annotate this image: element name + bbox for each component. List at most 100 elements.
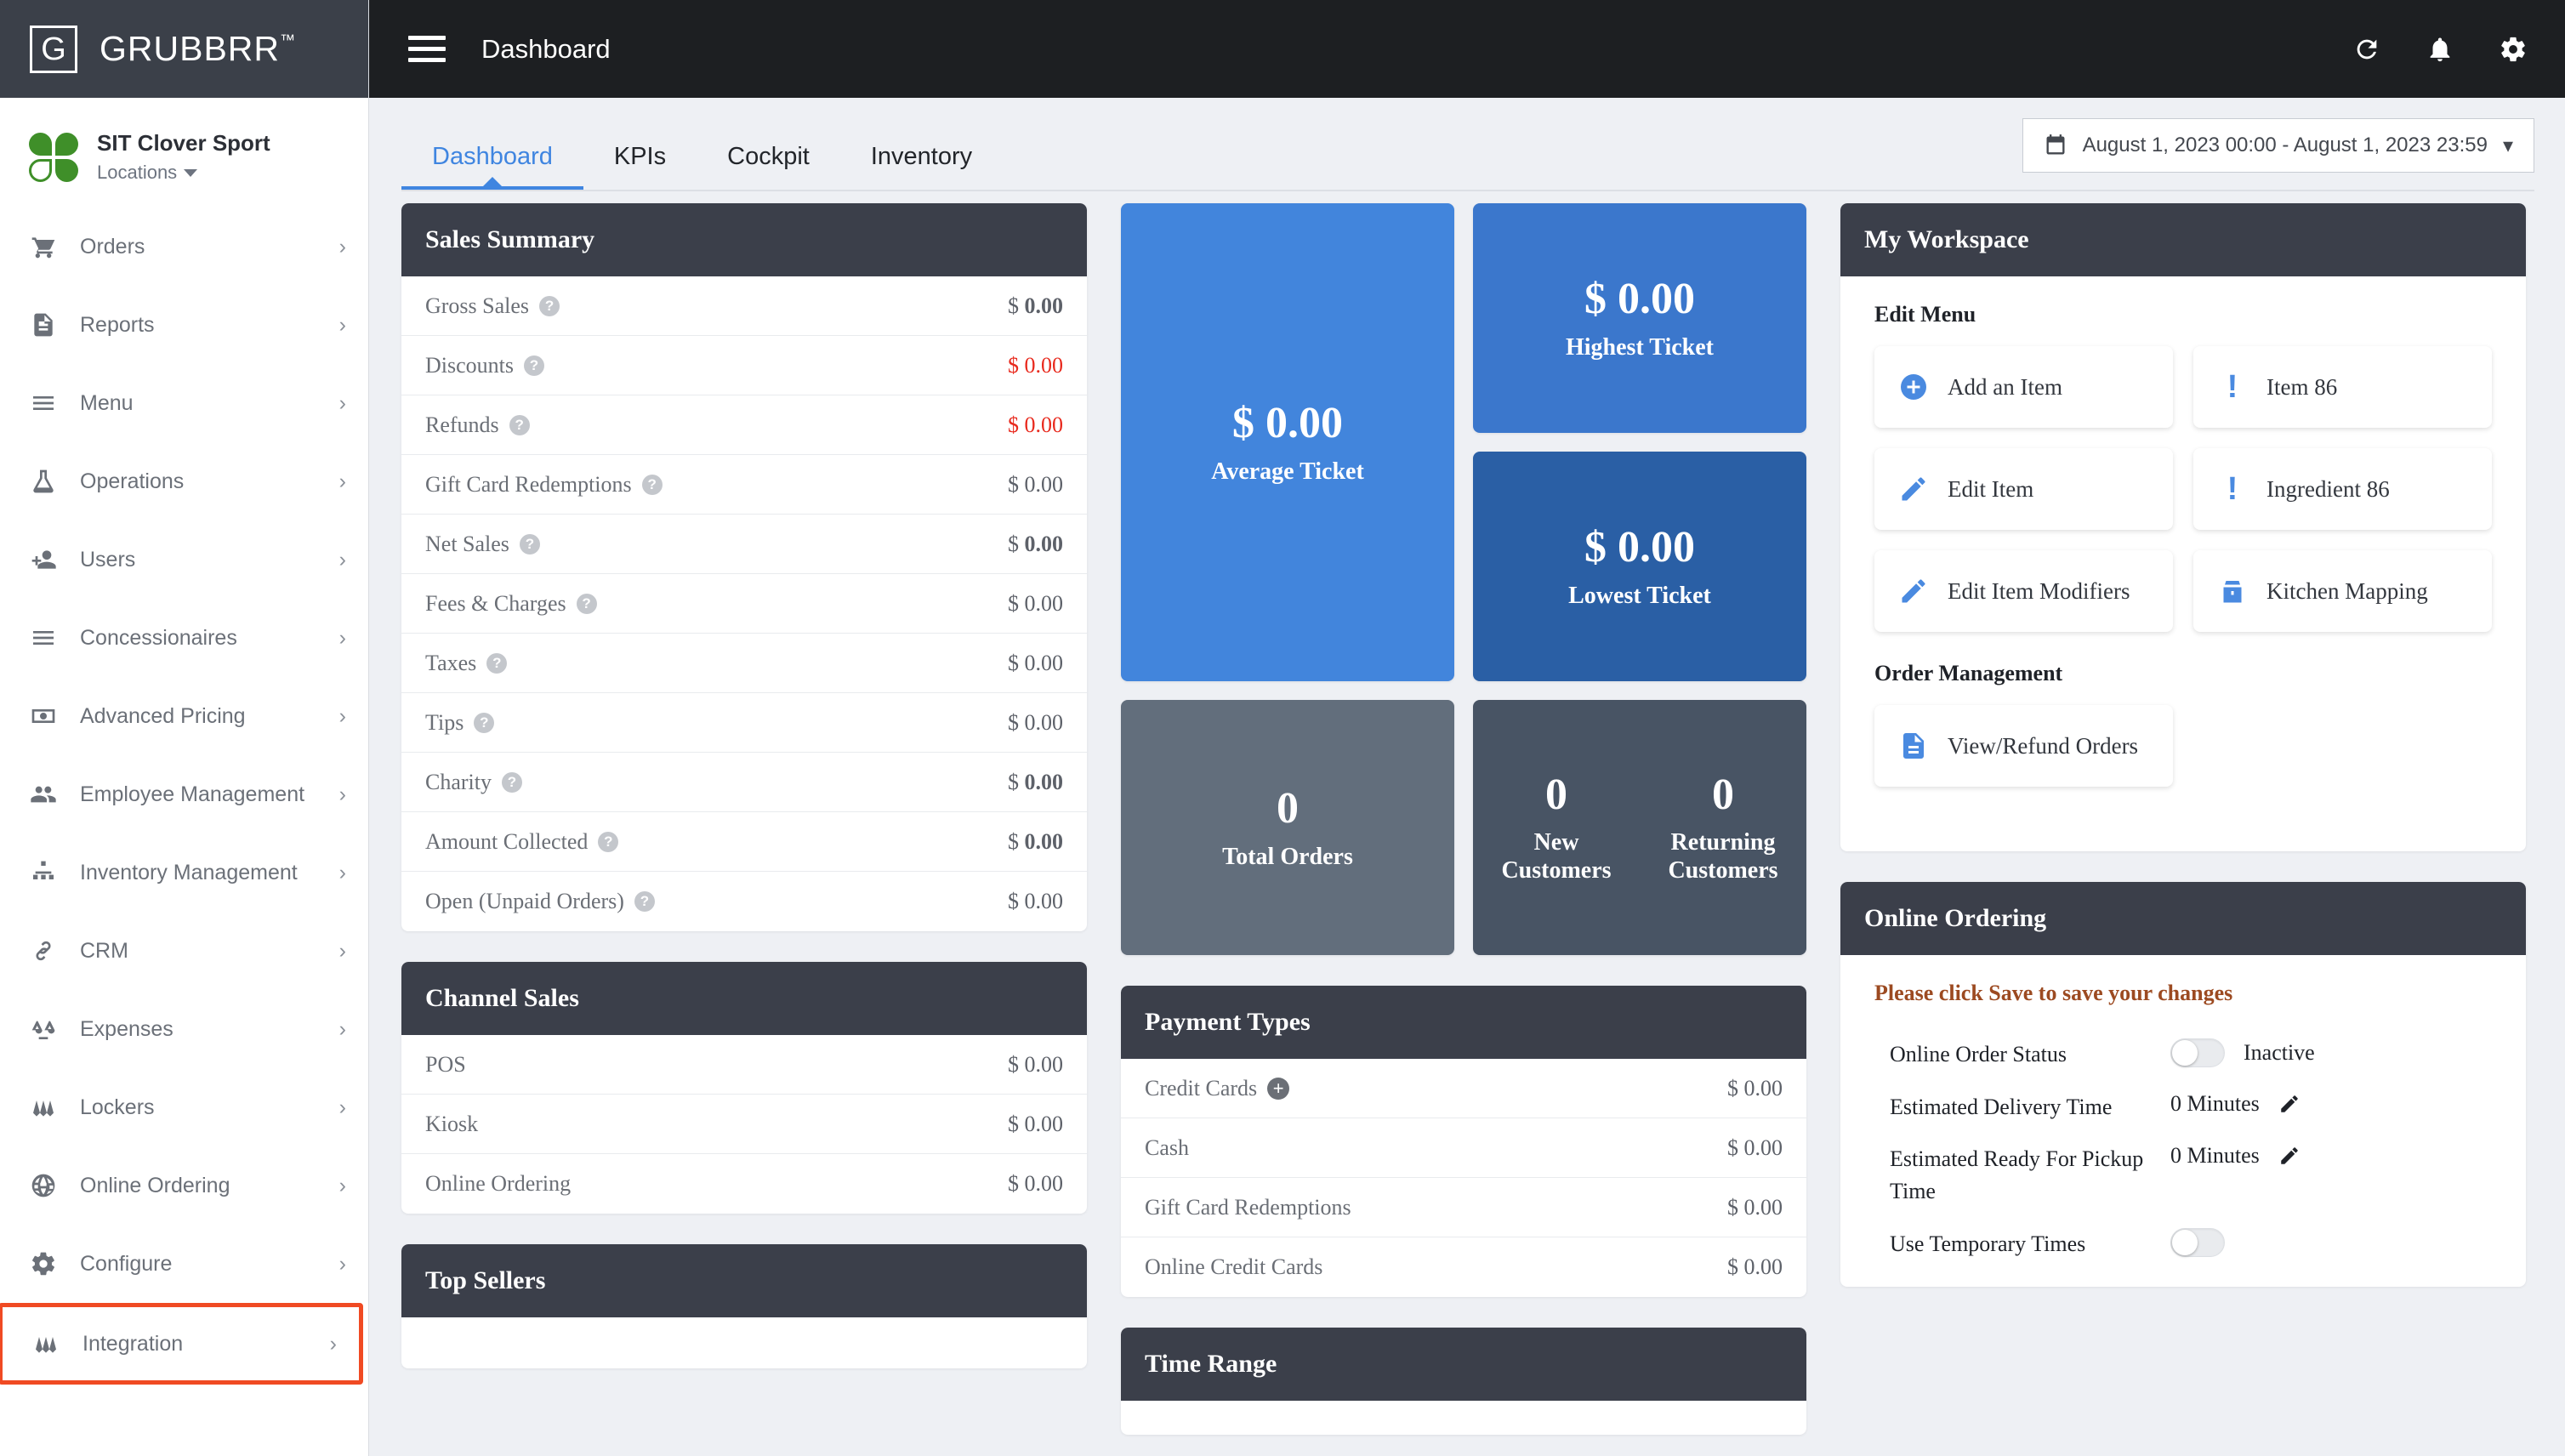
sidebar-item-crm[interactable]: CRM ›: [0, 912, 368, 990]
help-icon[interactable]: ?: [598, 831, 619, 852]
setting-row: Estimated Delivery Time 0 Minutes: [1874, 1081, 2492, 1134]
tab-inventory[interactable]: Inventory: [840, 143, 1003, 191]
table-row: Amount Collected? $ 0.00: [401, 812, 1087, 872]
refresh-icon[interactable]: [2352, 35, 2381, 64]
workspace-button-item-86[interactable]: ! Item 86: [2193, 346, 2492, 428]
scales-icon: [31, 1019, 55, 1039]
tab-kpis[interactable]: KPIs: [583, 143, 697, 191]
date-range-picker[interactable]: August 1, 2023 00:00 - August 1, 2023 23…: [2022, 118, 2534, 173]
sidebar-item-integration[interactable]: Integration ›: [0, 1303, 363, 1385]
sidebar-item-label: Configure: [80, 1251, 173, 1276]
table-row: Net Sales? $ 0.00: [401, 515, 1087, 574]
kpi-tiles: $ 0.00 Average Ticket $ 0.00 Highest Tic…: [1121, 203, 1806, 955]
locker-icon: [31, 1329, 60, 1358]
kpi-tile-customers[interactable]: 0 New Customers 0 Returning Customers: [1473, 700, 1806, 955]
locker-icon: [29, 1093, 58, 1122]
sitemap-icon: [33, 861, 54, 879]
table-row: Refunds? $ 0.00: [401, 395, 1087, 455]
kpi-tile-average-ticket[interactable]: $ 0.00 Average Ticket: [1121, 203, 1454, 681]
brand-name-text: GRUBBRR: [100, 29, 281, 68]
help-icon[interactable]: ?: [524, 355, 544, 376]
online-ordering-card: Online Ordering Please click Save to sav…: [1840, 882, 2526, 1288]
row-label-group: Amount Collected?: [425, 829, 619, 855]
sidebar-item-operations[interactable]: Operations ›: [0, 442, 368, 520]
row-label: Fees & Charges: [425, 590, 566, 616]
sidebar-item-expenses[interactable]: Expenses ›: [0, 990, 368, 1068]
chevron-right-icon: ›: [338, 1095, 346, 1119]
row-label: Net Sales: [425, 531, 509, 556]
row-label-group: Discounts?: [425, 353, 544, 378]
sales-summary-card: Sales Summary Gross Sales? $ 0.00 Discount…: [401, 203, 1087, 931]
setting-value: 0 Minutes: [2170, 1143, 2260, 1169]
sidebar-item-lockers[interactable]: Lockers ›: [0, 1068, 368, 1146]
help-icon[interactable]: ?: [519, 533, 540, 555]
kitchen-icon: [2223, 581, 2242, 603]
tab-dashboard[interactable]: Dashboard: [401, 143, 583, 191]
list-icon: [29, 389, 58, 418]
bell-icon[interactable]: [2426, 35, 2454, 64]
sidebar-item-label: Integration: [82, 1331, 184, 1356]
table-row: POS $ 0.00: [401, 1035, 1087, 1095]
toggle-switch[interactable]: [2170, 1038, 2225, 1067]
sidebar-item-inventory-management[interactable]: Inventory Management ›: [0, 833, 368, 912]
help-icon[interactable]: ?: [641, 474, 663, 495]
chevron-right-icon: ›: [338, 938, 346, 963]
pencil-icon: [1902, 477, 1925, 501]
table-row: Gift Card Redemptions? $ 0.00: [401, 455, 1087, 515]
row-label-group: Gift Card Redemptions?: [425, 472, 663, 498]
exclamation-icon: !: [2215, 371, 2249, 403]
sidebar-item-employee-management[interactable]: Employee Management ›: [0, 755, 368, 833]
row-value: $ 0.00: [1008, 293, 1063, 318]
pencil-icon[interactable]: [2278, 1145, 2301, 1167]
row-value: $ 0.00: [1008, 590, 1063, 616]
locations-dropdown[interactable]: Locations: [97, 162, 270, 184]
help-icon[interactable]: ?: [486, 652, 508, 674]
help-icon[interactable]: ?: [576, 593, 597, 614]
workspace-button-kitchen-mapping[interactable]: Kitchen Mapping: [2193, 550, 2492, 632]
tab-cockpit[interactable]: Cockpit: [697, 143, 840, 191]
kpi-tile-lowest-ticket[interactable]: $ 0.00 Lowest Ticket: [1473, 452, 1806, 681]
sidebar-item-label: CRM: [80, 938, 128, 963]
table-row: Cash $ 0.00: [1121, 1118, 1806, 1178]
sidebar-item-advanced-pricing[interactable]: Advanced Pricing ›: [0, 677, 368, 755]
gear-icon[interactable]: [2499, 35, 2528, 64]
help-icon[interactable]: ?: [539, 295, 560, 316]
column-left: Sales Summary Gross Sales? $ 0.00 Discount…: [401, 203, 1087, 1435]
table-row: Gross Sales? $ 0.00: [401, 276, 1087, 336]
workspace-button-edit-item[interactable]: Edit Item: [1874, 448, 2173, 530]
workspace-button-view-refund-orders[interactable]: View/Refund Orders: [1874, 705, 2173, 787]
kpi-tile-highest-ticket[interactable]: $ 0.00 Highest Ticket: [1473, 203, 1806, 433]
hamburger-icon[interactable]: [408, 36, 446, 62]
sidebar-item-users[interactable]: Users ›: [0, 520, 368, 599]
sidebar-item-menu[interactable]: Menu ›: [0, 364, 368, 442]
pencil-icon[interactable]: [2278, 1093, 2301, 1115]
workspace-button-ingredient-86[interactable]: ! Ingredient 86: [2193, 448, 2492, 530]
toggle-switch[interactable]: [2170, 1227, 2225, 1257]
sidebar-item-reports[interactable]: Reports ›: [0, 286, 368, 364]
workspace-button-edit-item-modifiers[interactable]: Edit Item Modifiers: [1874, 550, 2173, 632]
sidebar-item-orders[interactable]: Orders ›: [0, 208, 368, 286]
dashboard-content: Sales Summary Gross Sales? $ 0.00 Discount…: [369, 191, 2565, 1456]
sidebar-item-configure[interactable]: Configure ›: [0, 1225, 368, 1303]
workspace-button-add-an-item[interactable]: Add an Item: [1874, 346, 2173, 428]
user-add-icon: [29, 545, 58, 574]
row-label: Tips: [425, 709, 464, 735]
top-sellers-body: [401, 1317, 1087, 1368]
kpi-tile-total-orders[interactable]: 0 Total Orders: [1121, 700, 1454, 955]
chevron-right-icon: ›: [338, 312, 346, 337]
column-middle: $ 0.00 Average Ticket $ 0.00 Highest Tic…: [1121, 203, 1806, 1435]
sidebar-item-label: Reports: [80, 312, 155, 337]
table-row: Fees & Charges? $ 0.00: [401, 574, 1087, 634]
user-add-icon: [31, 550, 56, 569]
location-selector[interactable]: SIT Clover Sport Locations: [0, 98, 368, 208]
help-icon[interactable]: ?: [502, 771, 522, 793]
help-icon[interactable]: ?: [474, 712, 495, 733]
help-icon[interactable]: ?: [634, 891, 655, 912]
sidebar-item-online-ordering[interactable]: Online Ordering ›: [0, 1146, 368, 1225]
row-label-group: Tips?: [425, 709, 495, 736]
returning-customers-caption: Returning Customers: [1668, 829, 1778, 884]
add-icon[interactable]: +: [1267, 1077, 1290, 1100]
help-icon[interactable]: ?: [509, 414, 530, 435]
sidebar-item-concessionaires[interactable]: Concessionaires ›: [0, 599, 368, 677]
chevron-right-icon: ›: [338, 703, 346, 728]
